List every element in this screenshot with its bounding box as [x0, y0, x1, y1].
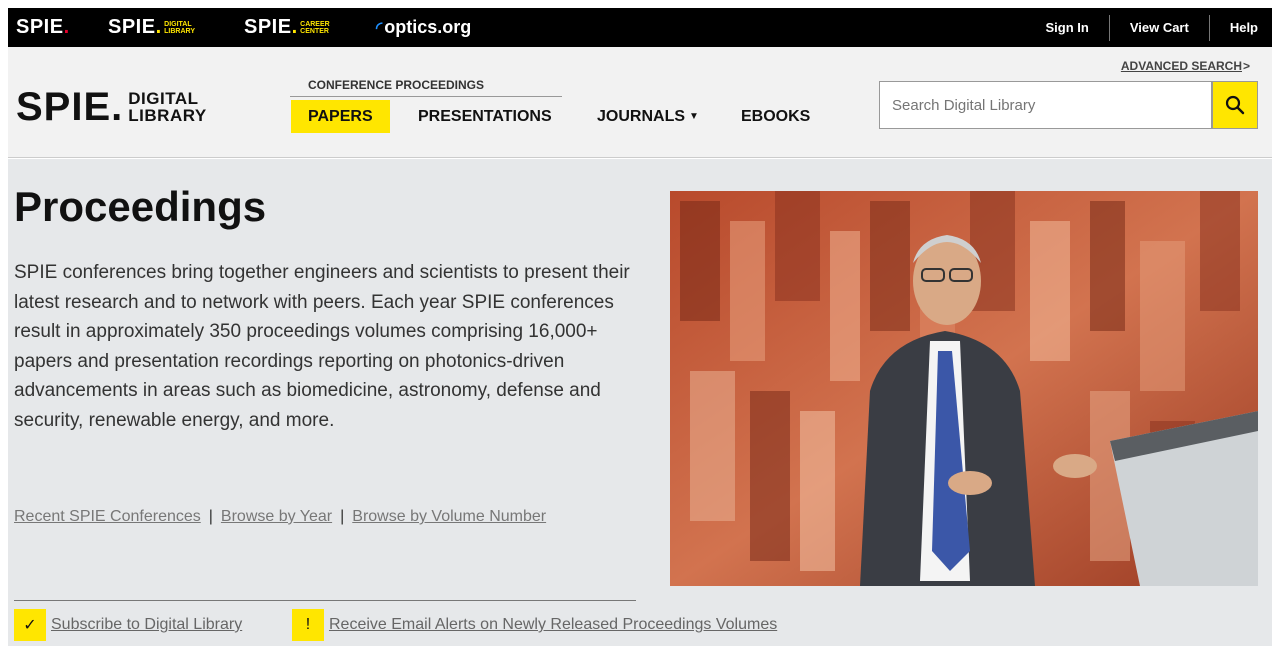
optics-logo-text: optics.org [384, 17, 472, 37]
dl-logo-sub: DIGITAL LIBRARY [164, 21, 195, 35]
cc-logo-sub1: CAREER [300, 20, 330, 28]
dl-logo-dot: . [155, 16, 162, 38]
cc-logo-sub2: CENTER [300, 27, 329, 35]
optics-org-link[interactable]: ◜ optics.org [376, 8, 471, 47]
browse-links: Recent SPIE Conferences | Browse by Year | B… [14, 508, 546, 526]
cc-logo-text: SPIE [244, 16, 292, 38]
nav-journals-label: JOURNALS [597, 107, 686, 125]
link-separator: | [340, 508, 345, 525]
subscribe-link[interactable]: Subscribe to Digital Library [51, 616, 242, 634]
account-links: Sign In View Cart Help [1025, 8, 1272, 47]
nav-presentations[interactable]: PRESENTATIONS [418, 100, 552, 133]
dl-logo-sub1: DIGITAL [164, 20, 192, 28]
nav-presentations-label: PRESENTATIONS [418, 107, 552, 125]
email-alerts-link[interactable]: Receive Email Alerts on Newly Released P… [329, 616, 777, 634]
logo-spie-text: SPIE [16, 85, 112, 129]
nav-papers[interactable]: PAPERS [291, 100, 390, 133]
subscribe-item: ✓ Subscribe to Digital Library [14, 609, 242, 641]
nav-ebooks-label: EBOOKS [741, 107, 811, 125]
conference-proceedings-divider [290, 96, 562, 97]
dl-logo-sub2: LIBRARY [164, 27, 195, 35]
top-bar: SPIE. SPIE. DIGITAL LIBRARY SPIE. CAREER C… [8, 8, 1272, 47]
link-separator: | [208, 508, 213, 525]
logo-sub-line2: LIBRARY [128, 106, 207, 125]
sign-in-link[interactable]: Sign In [1025, 15, 1108, 41]
caret-down-icon: ▼ [689, 111, 699, 122]
section-divider [14, 600, 636, 601]
search-icon [1225, 95, 1245, 115]
browse-by-year-link[interactable]: Browse by Year [221, 508, 332, 525]
recent-conferences-link[interactable]: Recent SPIE Conferences [14, 508, 201, 525]
spie-logo-dot: . [63, 16, 70, 38]
search-input[interactable] [879, 81, 1212, 129]
spie-career-center-link[interactable]: SPIE. CAREER CENTER [244, 8, 330, 47]
nav-ebooks[interactable]: EBOOKS [741, 100, 810, 133]
advanced-search-arrow-icon: > [1242, 59, 1250, 73]
speaker-photo-image [670, 191, 1258, 586]
spie-digital-library-link[interactable]: SPIE. DIGITAL LIBRARY [108, 8, 195, 47]
speaker-photo [670, 191, 1258, 586]
search-button[interactable] [1212, 81, 1258, 129]
spie-logo-text: SPIE [16, 16, 64, 38]
cc-logo-dot: . [291, 16, 298, 38]
spie-home-link[interactable]: SPIE. [16, 8, 69, 47]
logo-sub: DIGITAL LIBRARY [128, 90, 206, 124]
view-cart-link[interactable]: View Cart [1108, 14, 1209, 41]
main-content: Proceedings SPIE conferences bring toget… [8, 159, 1272, 646]
logo-dot: . [111, 85, 123, 129]
dl-logo-text: SPIE [108, 16, 156, 38]
email-alert-item: ! Receive Email Alerts on Newly Released… [292, 609, 777, 641]
page-title: Proceedings [14, 183, 267, 230]
checkmark-icon: ✓ [14, 609, 46, 641]
site-header: SPIE. DIGITAL LIBRARY CONFERENCE PROCEEDI… [8, 47, 1272, 158]
conference-proceedings-label: CONFERENCE PROCEEDINGS [308, 78, 485, 92]
nav-journals[interactable]: JOURNALS ▼ [597, 100, 699, 133]
advanced-search-link[interactable]: ADVANCED SEARCH [1121, 59, 1242, 73]
optics-wave-icon: ◜ [376, 19, 383, 37]
nav-papers-label: PAPERS [308, 107, 373, 125]
exclamation-icon: ! [292, 609, 324, 641]
cc-logo-sub: CAREER CENTER [300, 21, 330, 35]
page-description: SPIE conferences bring together engineer… [14, 262, 630, 431]
digital-library-logo[interactable]: SPIE. DIGITAL LIBRARY [16, 87, 207, 127]
browse-by-volume-link[interactable]: Browse by Volume Number [352, 508, 546, 525]
help-link[interactable]: Help [1208, 14, 1272, 41]
